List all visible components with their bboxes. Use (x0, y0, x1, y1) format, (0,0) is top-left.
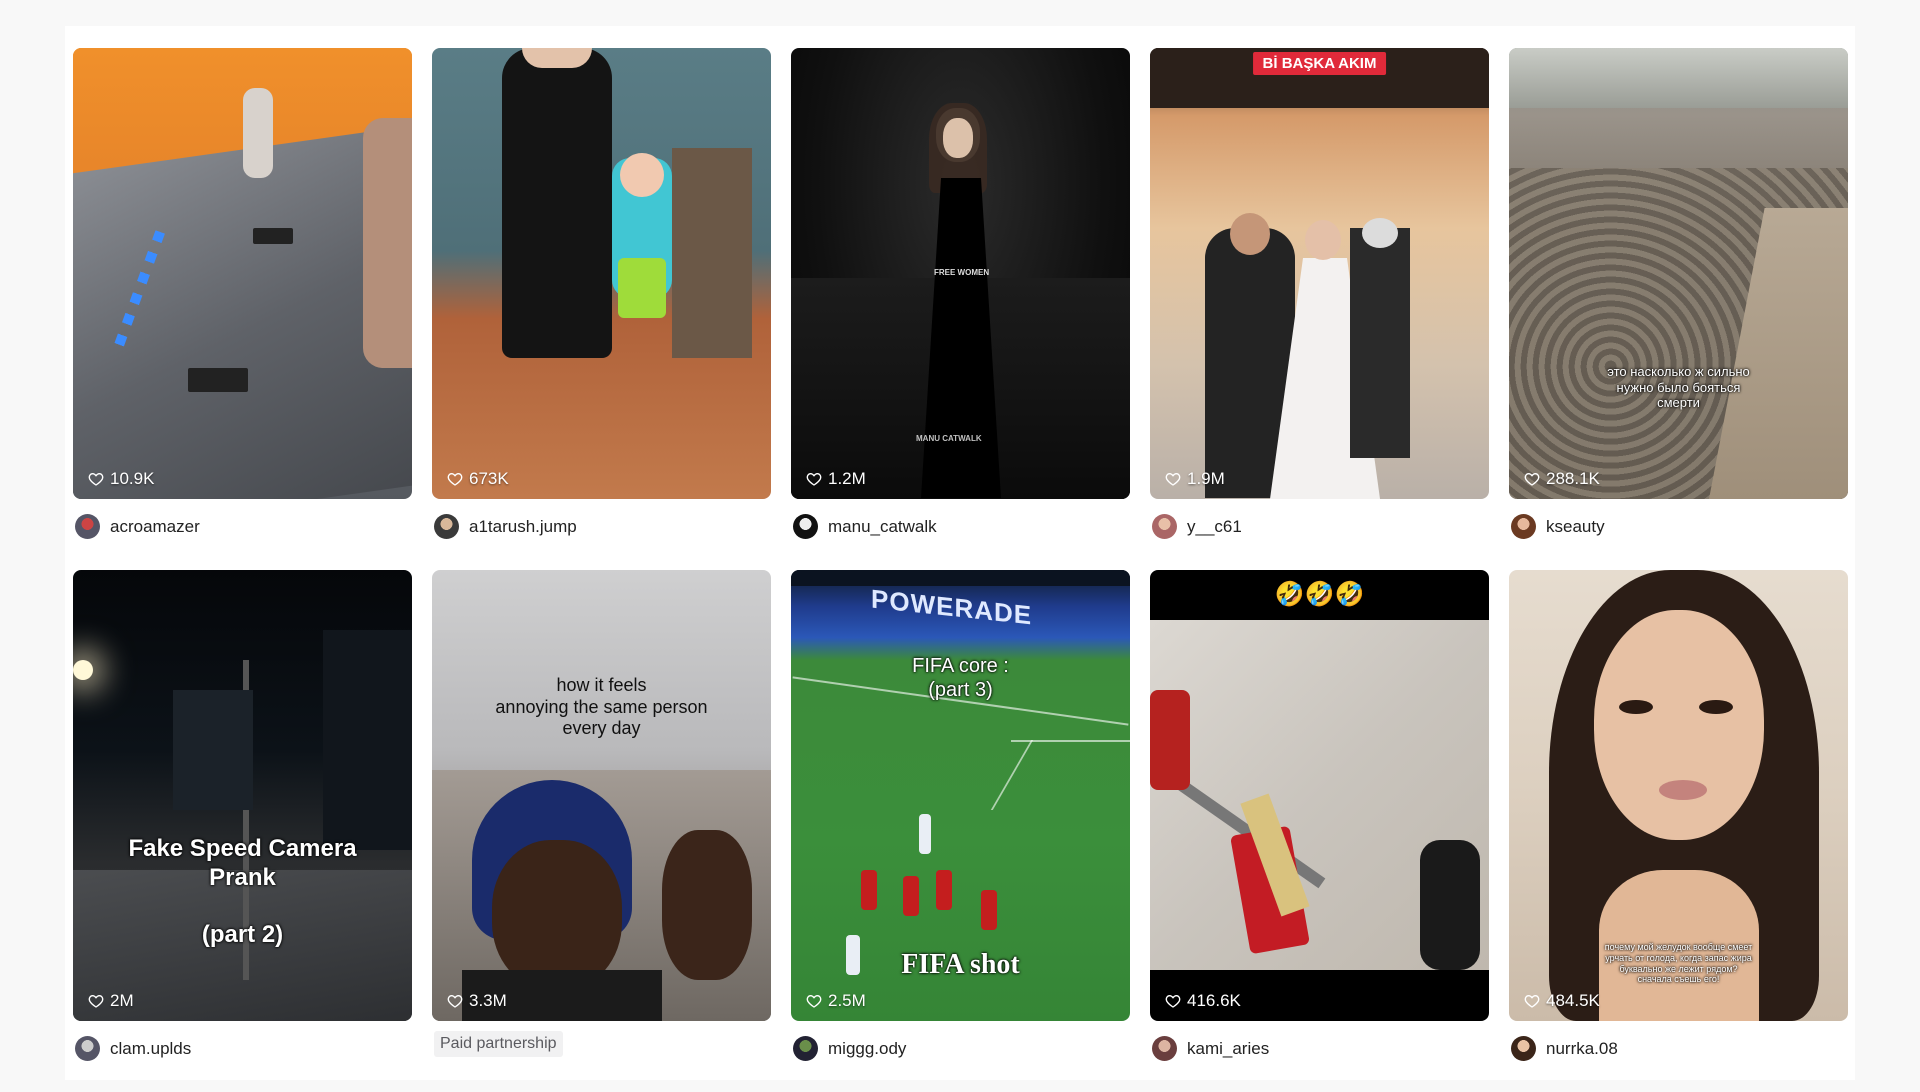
video-thumbnail[interactable]: Fake Speed Camera Prank (part 2) 2M (73, 570, 412, 1021)
heart-icon (1165, 472, 1181, 486)
video-card: Fake Speed Camera Prank (part 2) 2M clam… (73, 570, 412, 1092)
heart-icon (1524, 994, 1540, 1008)
emoji-caption: 🤣🤣🤣 (1274, 581, 1365, 608)
like-count: 288.1K (1524, 469, 1600, 489)
avatar (75, 1036, 100, 1061)
like-count: 673K (447, 469, 509, 489)
avatar (75, 514, 100, 539)
heart-icon (1524, 472, 1540, 486)
like-count: 3.3M (447, 991, 507, 1011)
video-thumbnail[interactable]: how it feels annoying the same person ev… (432, 570, 771, 1021)
avatar (793, 514, 818, 539)
video-caption: FIFA core : (part 3) (912, 655, 1009, 701)
author-name: kseauty (1546, 516, 1605, 536)
video-caption: почему мой желудок вообще смеет урчать о… (1604, 942, 1753, 985)
video-thumbnail[interactable]: Bİ BAŞKA AKIM 1.9M (1150, 48, 1489, 499)
author-name: y__c61 (1187, 516, 1242, 536)
author-link[interactable]: miggg.ody (793, 1036, 906, 1061)
avatar (793, 1036, 818, 1061)
video-caption: Fake Speed Camera Prank (part 2) (128, 835, 357, 948)
avatar (434, 514, 459, 539)
video-thumbnail[interactable]: FREE WOMEN MANU CATWALK 1.2M (791, 48, 1130, 499)
video-caption: это насколько ж сильно нужно было боятьс… (1607, 364, 1750, 411)
video-card: 673K a1tarush.jump (432, 48, 771, 570)
heart-icon (88, 472, 104, 486)
like-count: 416.6K (1165, 991, 1241, 1011)
video-card: POWERADE FIFA core : (part 3) FIFA shot … (791, 570, 1130, 1092)
author-link[interactable]: a1tarush.jump (434, 514, 577, 539)
heart-icon (806, 472, 822, 486)
avatar (1511, 514, 1536, 539)
author-name: nurrka.08 (1546, 1038, 1618, 1058)
shirt-text: FREE WOMEN (934, 268, 990, 277)
video-thumbnail[interactable]: 673K (432, 48, 771, 499)
author-name: acroamazer (110, 516, 200, 536)
author-link[interactable]: kami_aries (1152, 1036, 1269, 1061)
video-caption: how it feels annoying the same person ev… (495, 675, 708, 739)
author-name: kami_aries (1187, 1038, 1270, 1058)
author-name: a1tarush.jump (469, 516, 577, 536)
author-link[interactable]: manu_catwalk (793, 514, 937, 539)
author-link[interactable]: kseauty (1511, 514, 1605, 539)
heart-icon (447, 994, 463, 1008)
avatar (1511, 1036, 1536, 1061)
heart-icon (806, 994, 822, 1008)
video-card: почему мой желудок вообще смеет урчать о… (1509, 570, 1848, 1092)
heart-icon (1165, 994, 1181, 1008)
video-thumbnail[interactable]: POWERADE FIFA core : (part 3) FIFA shot … (791, 570, 1130, 1021)
video-card: это насколько ж сильно нужно было боятьс… (1509, 48, 1848, 570)
like-count: 484.5K (1524, 991, 1600, 1011)
video-banner: Bİ BAŞKA AKIM (1252, 52, 1387, 75)
video-thumbnail[interactable]: 10.9K (73, 48, 412, 499)
video-thumbnail[interactable]: 🤣🤣🤣 416.6K (1150, 570, 1489, 1021)
video-grid-panel: 10.9K acroamazer 673K a1tarush.jump FREE… (65, 26, 1855, 1080)
like-count: 2.5M (806, 991, 866, 1011)
like-count: 2M (88, 991, 134, 1011)
video-caption-secondary: FIFA shot (901, 949, 1020, 980)
ad-board-text: POWERADE (871, 583, 1033, 631)
video-card: FREE WOMEN MANU CATWALK 1.2M manu_catwal… (791, 48, 1130, 570)
video-card: 🤣🤣🤣 416.6K kami_aries (1150, 570, 1489, 1092)
author-link[interactable]: clam.uplds (75, 1036, 191, 1061)
author-name: miggg.ody (828, 1038, 907, 1058)
heart-icon (88, 994, 104, 1008)
avatar (1152, 514, 1177, 539)
author-link[interactable]: acroamazer (75, 514, 200, 539)
author-name: clam.uplds (110, 1038, 192, 1058)
author-link[interactable]: nurrka.08 (1511, 1036, 1618, 1061)
watermark: MANU CATWALK (916, 434, 982, 443)
heart-icon (447, 472, 463, 486)
author-link[interactable]: y__c61 (1152, 514, 1242, 539)
paid-partnership-badge[interactable]: Paid partnership (434, 1031, 563, 1057)
video-thumbnail[interactable]: почему мой желудок вообще смеет урчать о… (1509, 570, 1848, 1021)
video-card: Bİ BAŞKA AKIM 1.9M y__c61 (1150, 48, 1489, 570)
video-card: how it feels annoying the same person ev… (432, 570, 771, 1092)
author-name: manu_catwalk (828, 516, 937, 536)
like-count: 1.2M (806, 469, 866, 489)
video-thumbnail[interactable]: это насколько ж сильно нужно было боятьс… (1509, 48, 1848, 499)
like-count: 1.9M (1165, 469, 1225, 489)
avatar (1152, 1036, 1177, 1061)
video-grid: 10.9K acroamazer 673K a1tarush.jump FREE… (73, 48, 1848, 1092)
video-card: 10.9K acroamazer (73, 48, 412, 570)
like-count: 10.9K (88, 469, 154, 489)
